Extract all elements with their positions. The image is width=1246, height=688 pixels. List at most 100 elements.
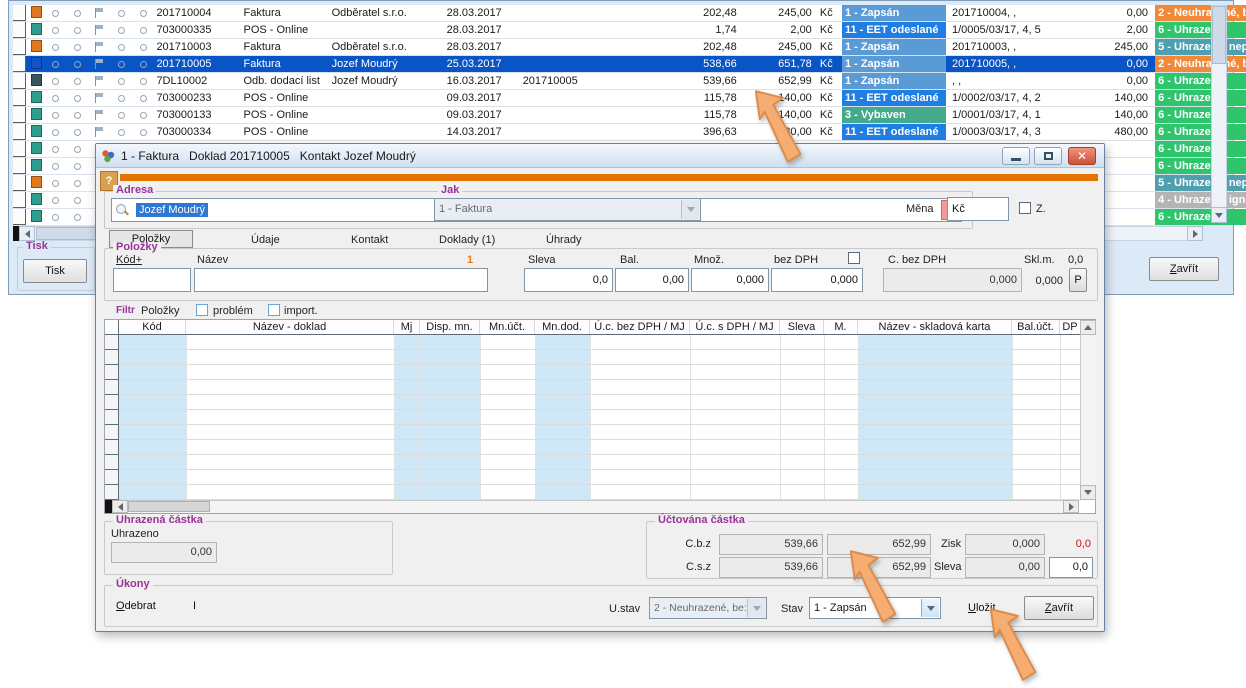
row-selector-cell[interactable] [13,141,26,157]
items-scroll-up-button[interactable] [1080,320,1096,335]
bezdph-checkbox[interactable] [848,252,860,264]
items-scroll-left-button[interactable] [112,500,128,513]
row-icon-cell[interactable] [46,5,65,21]
row-icon-cell[interactable] [112,5,131,21]
bezdph-input[interactable]: 0,000 [771,268,863,292]
dialog-titlebar[interactable]: 1 - Faktura Doklad 201710005 Kontakt Joz… [96,144,1104,168]
row-icon-cell[interactable] [46,39,65,55]
row-icon-cell[interactable] [134,39,153,55]
document-row[interactable]: 703000334 POS - Online 14.03.2017 396,63… [13,124,1205,141]
document-row[interactable]: 201710005 Faktura Jozef Moudrý 25.03.201… [13,56,1205,73]
row-icon-cell[interactable] [112,73,131,89]
row-icon-cell[interactable] [68,107,87,123]
row-icon-cell[interactable] [90,5,109,21]
tab-udaje[interactable]: Údaje [251,233,280,247]
col-header[interactable]: Ú.c. s DPH / MJ [690,320,780,334]
row-icon-cell[interactable] [68,141,87,157]
row-icon-cell[interactable] [68,73,87,89]
row-icon-cell[interactable] [134,124,153,140]
col-header[interactable]: Disp. mn. [420,320,480,334]
row-icon-cell[interactable] [68,124,87,140]
col-header[interactable]: Mn.účt. [480,320,535,334]
row-icon-cell[interactable] [134,56,153,72]
odebrat-button[interactable]: Odebrat [116,600,156,612]
mena-input[interactable]: Kč [947,197,1009,221]
tisk-button[interactable]: Tisk [23,259,87,283]
items-scroll-down-button[interactable] [1080,485,1096,500]
bal-input[interactable]: 0,00 [615,268,689,292]
row-icon-cell[interactable] [68,175,87,191]
jak-select[interactable]: 1 - Faktura [434,198,701,221]
items-vscroll-track[interactable] [1080,320,1096,500]
row-icon-cell[interactable] [46,90,65,106]
maximize-button[interactable] [1034,147,1062,165]
row-selector-cell[interactable] [13,5,26,21]
main-scroll-right-button[interactable] [1187,226,1203,241]
row-icon-cell[interactable] [68,192,87,208]
row-icon-cell[interactable] [134,90,153,106]
row-icon-cell[interactable] [134,5,153,21]
row-icon-cell[interactable] [112,107,131,123]
row-icon-cell[interactable] [46,56,65,72]
row-icon-cell[interactable] [46,209,65,225]
main-vscrollbar-thumb[interactable] [1212,6,1226,64]
col-header[interactable]: Bal.účt. [1012,320,1060,334]
row-icon-cell[interactable] [90,73,109,89]
items-hscroll-thumb[interactable] [128,501,210,512]
row-selector-cell[interactable] [13,158,26,174]
sleva-percent-input[interactable]: 0,0 [1049,557,1093,578]
row-icon-cell[interactable] [90,124,109,140]
nazev-input[interactable] [194,268,488,292]
document-row[interactable]: 703000335 POS - Online 28.03.2017 1,74 2… [13,22,1205,39]
document-row[interactable]: 201710003 Faktura Odběratel s.r.o. 28.03… [13,39,1205,56]
row-icon-cell[interactable] [112,22,131,38]
col-header[interactable]: Název - skladová karta [858,320,1012,334]
document-row[interactable]: 703000233 POS - Online 09.03.2017 115,78… [13,90,1205,107]
tab-uhrady[interactable]: Úhrady [546,233,581,247]
col-header[interactable]: Název - doklad [186,320,394,334]
row-icon-cell[interactable] [68,22,87,38]
tab-kontakt[interactable]: Kontakt [351,233,388,247]
main-scroll-left-button[interactable] [19,226,35,241]
row-icon-cell[interactable] [112,90,131,106]
row-icon-cell[interactable] [90,22,109,38]
col-header[interactable]: Kód [119,320,186,334]
row-icon-cell[interactable] [46,141,65,157]
sleva-input[interactable]: 0,0 [524,268,613,292]
mnoz-input[interactable]: 0,000 [691,268,769,292]
row-icon-cell[interactable] [46,22,65,38]
row-selector-cell[interactable] [13,73,26,89]
row-icon-cell[interactable] [46,158,65,174]
row-selector-cell[interactable] [13,192,26,208]
col-header[interactable]: Mn.dod. [535,320,590,334]
row-icon-cell[interactable] [68,39,87,55]
tab-doklady[interactable]: Doklady (1) [439,233,495,247]
row-icon-cell[interactable] [134,107,153,123]
row-icon-cell[interactable] [68,158,87,174]
row-selector-cell[interactable] [13,56,26,72]
main-scroll-down-button[interactable] [1211,207,1227,223]
problem-checkbox[interactable] [196,304,208,316]
col-header[interactable]: M. [824,320,858,334]
col-header[interactable]: Sleva [780,320,824,334]
row-icon-cell[interactable] [68,209,87,225]
items-scroll-right-button[interactable] [1063,500,1079,513]
row-icon-cell[interactable] [68,5,87,21]
row-icon-cell[interactable] [68,90,87,106]
main-hscrollbar-thumb[interactable] [36,227,102,240]
document-row[interactable]: 703000133 POS - Online 09.03.2017 115,78… [13,107,1205,124]
row-icon-cell[interactable] [90,107,109,123]
items-hscroll-track[interactable] [112,500,1079,513]
row-icon-cell[interactable] [46,175,65,191]
row-icon-cell[interactable] [112,39,131,55]
z-checkbox[interactable] [1019,202,1031,214]
row-selector-cell[interactable] [13,22,26,38]
items-table-body[interactable] [119,335,1080,500]
p-button[interactable]: P [1069,268,1087,292]
row-icon-cell[interactable] [46,124,65,140]
row-icon-cell[interactable] [46,73,65,89]
document-row[interactable]: 7DL10002 Odb. dodací list Jozef Moudrý 1… [13,73,1205,90]
row-icon-cell[interactable] [134,22,153,38]
close-button[interactable]: ✕ [1068,147,1096,165]
row-icon-cell[interactable] [46,107,65,123]
